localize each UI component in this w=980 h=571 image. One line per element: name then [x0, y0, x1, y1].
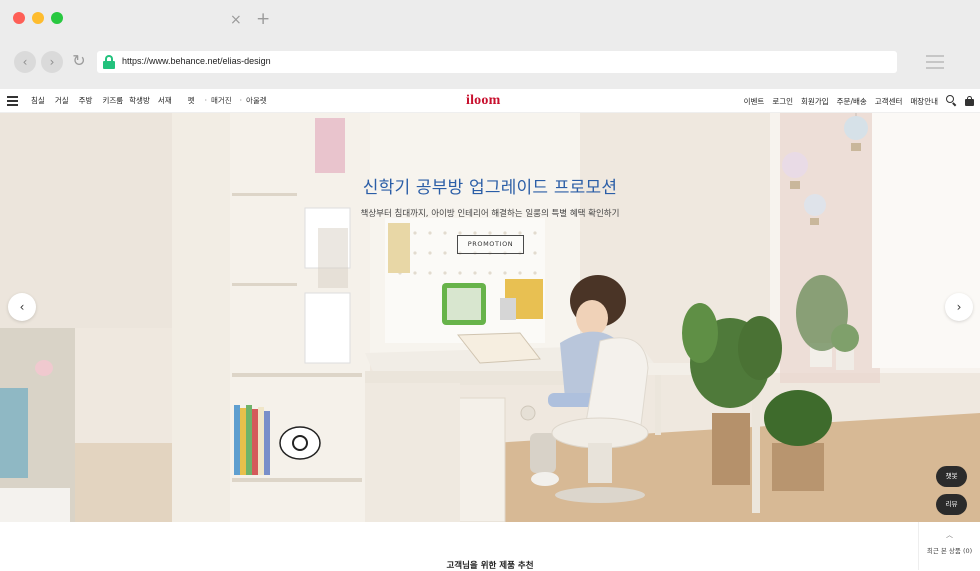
chatbot-button[interactable]: 챗봇 — [936, 466, 967, 487]
utility-links: 이벤트 로그인 회원가입 주문/배송 고객센터 매장안내 — [736, 96, 938, 107]
close-window-button[interactable] — [13, 12, 25, 24]
nav-item-bedroom[interactable]: 침실 — [31, 95, 45, 106]
util-link-signup[interactable]: 회원가입 — [801, 96, 829, 107]
main-navigation: 침실 거실 주방 키즈룸 학생방 서재 펫 매거진 아울렛 — [31, 95, 275, 106]
review-button[interactable]: 리뷰 — [936, 494, 967, 515]
recently-viewed-label[interactable]: 최근 본 상품 (0) — [919, 545, 980, 555]
search-icon[interactable] — [946, 95, 957, 107]
nav-item-study[interactable]: 서재 — [158, 95, 172, 106]
carousel-next-button[interactable]: › — [945, 293, 973, 321]
back-button[interactable]: ‹ — [14, 51, 36, 73]
reload-icon[interactable]: ↻ — [69, 51, 89, 71]
nav-item-living[interactable]: 거실 — [55, 95, 69, 106]
site-header: 침실 거실 주방 키즈룸 학생방 서재 펫 매거진 아울렛 iloom 이벤트 … — [0, 89, 980, 113]
forward-button[interactable]: › — [41, 51, 63, 73]
util-link-event[interactable]: 이벤트 — [744, 96, 765, 107]
window-controls — [13, 12, 63, 24]
url-text[interactable]: https://www.behance.net/elias-design — [122, 56, 271, 66]
chevron-up-icon[interactable]: ︿ — [919, 530, 980, 540]
hero-title: 신학기 공부방 업그레이드 프로모션 — [362, 178, 618, 198]
hero-subtitle: 책상부터 침대까지, 아이방 인테리어 해결하는 일룸의 특별 혜택 확인하기 — [360, 209, 620, 219]
nav-item-studentroom[interactable]: 학생방 — [129, 95, 150, 106]
site-logo[interactable]: iloom — [466, 93, 500, 109]
util-link-orders[interactable]: 주문/배송 — [837, 96, 867, 107]
browser-chrome: × + ‹ › ↻ https://www.behance.net/elias-… — [0, 0, 980, 89]
address-bar[interactable]: https://www.behance.net/elias-design — [97, 51, 897, 73]
tab-close-icon[interactable]: × — [230, 13, 242, 27]
nav-item-kitchen[interactable]: 주방 — [79, 95, 93, 106]
nav-link-magazine[interactable]: 매거진 — [205, 95, 232, 106]
promotion-button[interactable]: PROMOTION — [457, 235, 524, 254]
util-link-login[interactable]: 로그인 — [772, 96, 793, 107]
new-tab-icon[interactable]: + — [256, 11, 270, 28]
browser-window: × + ‹ › ↻ https://www.behance.net/elias-… — [0, 0, 980, 571]
hamburger-menu-icon[interactable] — [7, 96, 18, 106]
recommend-section-title: 고객님을 위한 제품 추천 — [446, 561, 534, 571]
nav-link-outlet[interactable]: 아울렛 — [240, 95, 267, 106]
carousel-prev-button[interactable]: ‹ — [8, 293, 36, 321]
nav-item-pet[interactable]: 펫 — [188, 95, 195, 106]
util-link-support[interactable]: 고객센터 — [875, 96, 903, 107]
util-link-stores[interactable]: 매장안내 — [910, 96, 938, 107]
maximize-window-button[interactable] — [51, 12, 63, 24]
minimize-window-button[interactable] — [32, 12, 44, 24]
hero-copy: 신학기 공부방 업그레이드 프로모션 책상부터 침대까지, 아이방 인테리어 해… — [0, 173, 980, 219]
lock-icon — [103, 55, 115, 69]
shopping-bag-icon[interactable] — [965, 96, 974, 106]
nav-item-kidsroom[interactable]: 키즈룸 — [102, 95, 123, 106]
hero-banner[interactable]: 신학기 공부방 업그레이드 프로모션 책상부터 침대까지, 아이방 인테리어 해… — [0, 113, 980, 522]
browser-menu-icon[interactable] — [926, 55, 944, 69]
